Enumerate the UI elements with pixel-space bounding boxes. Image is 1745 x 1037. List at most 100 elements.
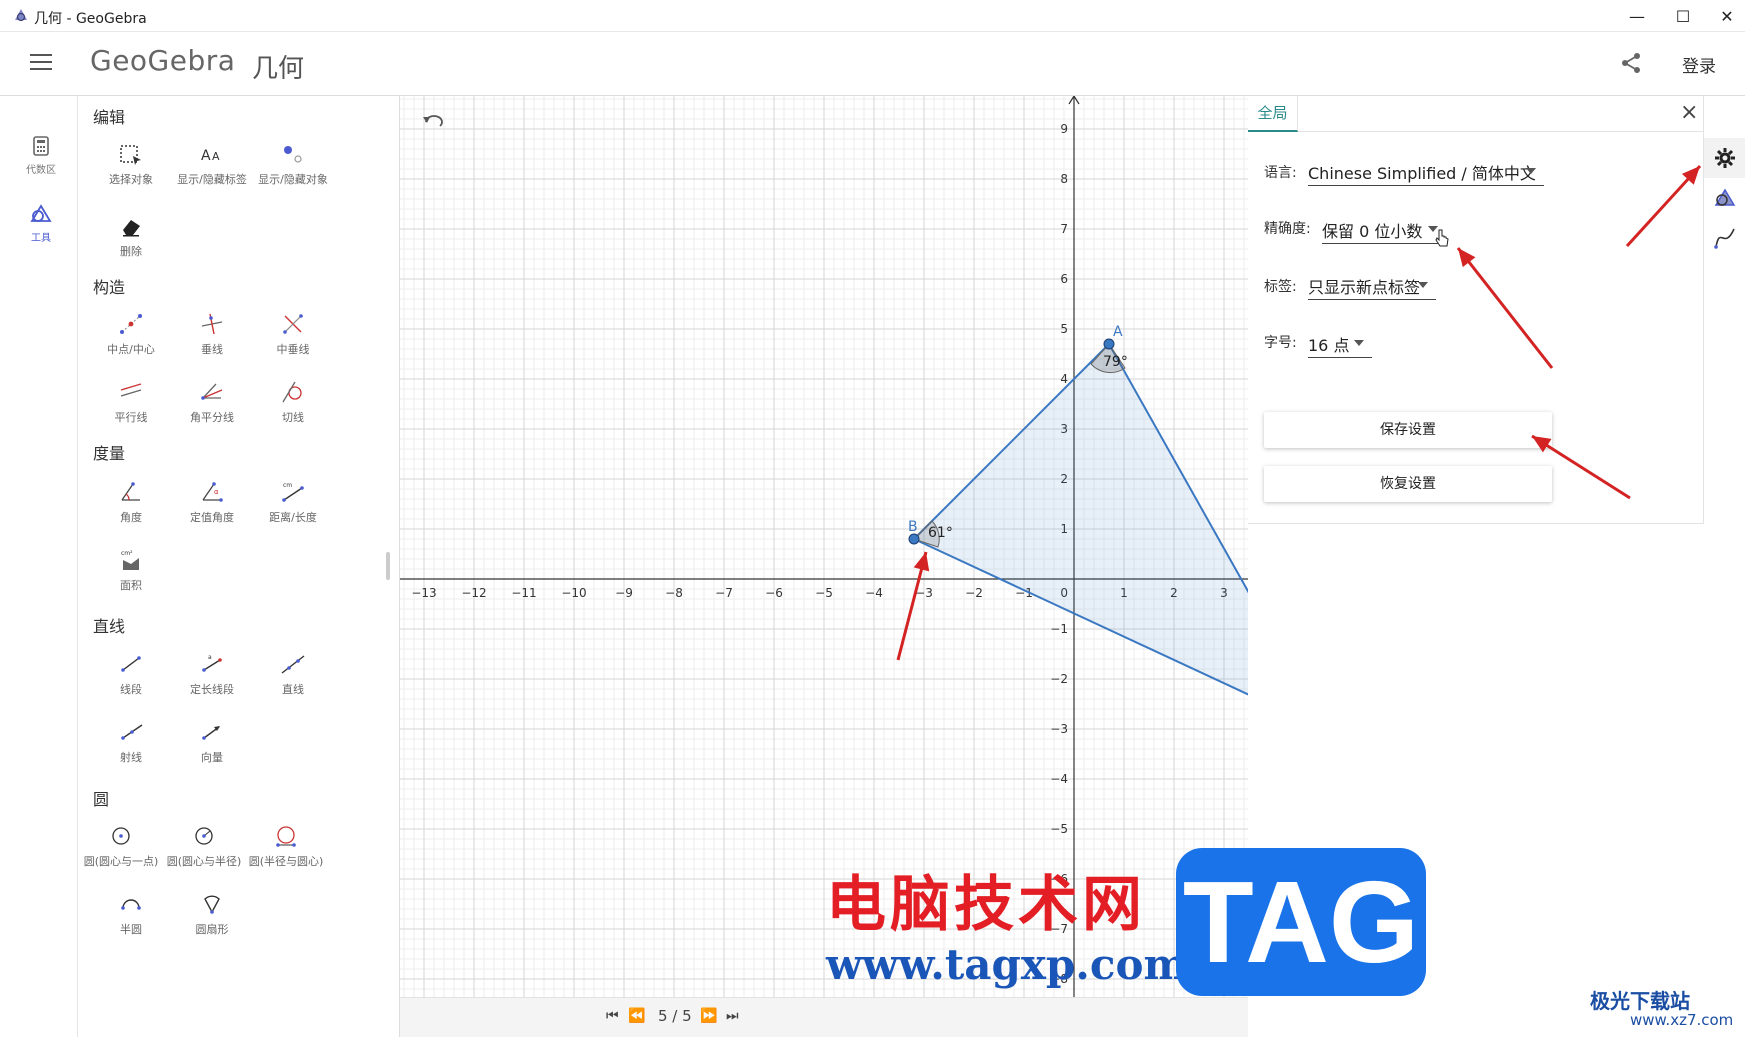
- labeling-label: 标签:: [1264, 279, 1297, 295]
- tool-angle-bisector[interactable]: 角平分线: [171, 380, 253, 425]
- tool-semicircle[interactable]: 半圆: [90, 892, 172, 937]
- tool-area[interactable]: cm² 面积: [90, 548, 172, 593]
- rail-algebra[interactable]: 代数区: [4, 136, 78, 176]
- tool-tangent[interactable]: 切线: [252, 380, 334, 425]
- side-rail: [1704, 96, 1745, 1037]
- tool-circle-center-radius[interactable]: 圆(圆心与半径): [165, 824, 243, 869]
- fontsize-select[interactable]: 16 点: [1308, 328, 1372, 358]
- nav-first-button[interactable]: ⏮: [606, 1008, 619, 1024]
- x-tick-label: −13: [411, 586, 436, 600]
- tool-distance[interactable]: cm 距离/长度: [252, 480, 334, 525]
- tool-sector[interactable]: 圆扇形: [171, 892, 253, 937]
- category-circles: 圆: [93, 790, 110, 809]
- share-icon[interactable]: [1620, 52, 1642, 74]
- tool-panel: 编辑 选择对象 AA 显示/隐藏标签 显示/隐藏对象 删除 构造 中点/中心 垂…: [78, 96, 400, 1037]
- graphics-icon: [1714, 188, 1735, 206]
- watermark-tag-logo: TAG: [1176, 848, 1426, 996]
- app-subtitle: 几何: [252, 54, 305, 84]
- window-title: 几何 - GeoGebra: [34, 11, 147, 27]
- minimize-button[interactable]: —: [1614, 0, 1660, 32]
- tool-circle-center-point[interactable]: 圆(圆心与一点): [82, 824, 160, 869]
- labeling-value: 只显示新点标签: [1308, 278, 1421, 297]
- side-algebra[interactable]: [1704, 218, 1745, 258]
- maximize-button[interactable]: ☐: [1660, 0, 1706, 32]
- vector-icon: [202, 726, 220, 740]
- select-icon: [120, 145, 141, 165]
- rail-algebra-label: 代数区: [26, 165, 56, 176]
- tool-show-hide-label[interactable]: AA 显示/隐藏标签: [171, 144, 253, 187]
- angle-bisector-icon: [201, 383, 223, 400]
- svg-text:A: A: [212, 150, 220, 163]
- close-icon[interactable]: ×: [1680, 100, 1698, 125]
- y-tick-label: −2: [1050, 672, 1068, 686]
- chevron-down-icon: [1354, 340, 1364, 346]
- svg-text:cm: cm: [283, 482, 292, 489]
- nav-prev-button[interactable]: ⏪: [628, 1008, 645, 1024]
- tool-delete[interactable]: 删除: [90, 216, 172, 259]
- svg-text:cm²: cm²: [121, 550, 133, 557]
- semicircle-icon: [121, 899, 141, 910]
- y-tick-label: −4: [1050, 772, 1068, 786]
- angle-label-b: 61°: [928, 525, 953, 541]
- side-settings[interactable]: [1704, 138, 1745, 178]
- tool-perpendicular[interactable]: 垂线: [171, 312, 253, 357]
- undo-icon[interactable]: [422, 114, 444, 130]
- tool-fixed-angle[interactable]: α 定值角度: [171, 480, 253, 525]
- circle-center-radius-icon: [195, 827, 213, 845]
- x-tick-label: −7: [715, 586, 733, 600]
- rail-tools[interactable]: 工具: [4, 204, 78, 244]
- tool-compass[interactable]: 圆(半径与圆心): [246, 824, 326, 869]
- tool-fixed-segment[interactable]: a 定长线段: [171, 652, 253, 697]
- language-value: Chinese Simplified / 简体中文: [1308, 164, 1536, 183]
- precision-value: 保留 0 位小数: [1322, 222, 1423, 241]
- x-tick-label: −6: [765, 586, 783, 600]
- x-tick-label: −9: [615, 586, 633, 600]
- side-graphics[interactable]: [1704, 178, 1745, 218]
- x-tick-label: −3: [915, 586, 933, 600]
- parallel-icon: [120, 383, 142, 397]
- fontsize-value: 16 点: [1308, 336, 1350, 355]
- category-edit: 编辑: [93, 108, 126, 127]
- tool-parallel[interactable]: 平行线: [90, 380, 172, 425]
- show-hide-object-icon: [284, 146, 302, 163]
- eraser-icon: [123, 220, 140, 237]
- tool-ray[interactable]: 射线: [90, 720, 172, 765]
- x-tick-label: −11: [511, 586, 536, 600]
- tool-show-hide-object[interactable]: 显示/隐藏对象: [252, 144, 334, 187]
- watermark-url: www.tagxp.com: [826, 940, 1188, 989]
- nav-last-button[interactable]: ⏭: [726, 1008, 739, 1024]
- nav-page-indicator: 5 / 5: [658, 1007, 692, 1025]
- save-settings-button[interactable]: 保存设置: [1264, 412, 1552, 448]
- login-button[interactable]: 登录: [1682, 52, 1716, 77]
- y-tick-label: −3: [1050, 722, 1068, 736]
- tool-panel-resize-handle[interactable]: [386, 552, 390, 580]
- window-close-button[interactable]: ✕: [1704, 0, 1745, 32]
- tool-midpoint[interactable]: 中点/中心: [90, 312, 172, 357]
- category-measure: 度量: [93, 444, 126, 463]
- restore-settings-button[interactable]: 恢复设置: [1264, 466, 1552, 502]
- mouse-cursor-icon: [1435, 229, 1449, 247]
- tool-angle[interactable]: 角度: [90, 480, 172, 525]
- nav-next-button[interactable]: ⏩: [700, 1008, 717, 1024]
- tool-line[interactable]: 直线: [252, 652, 334, 697]
- tab-global[interactable]: 全局: [1248, 96, 1298, 132]
- line-icon: [281, 655, 305, 674]
- tool-segment[interactable]: 线段: [90, 652, 172, 697]
- precision-select[interactable]: 保留 0 位小数: [1322, 214, 1446, 244]
- language-label: 语言:: [1264, 165, 1297, 181]
- fixed-angle-icon: α: [202, 482, 223, 502]
- x-tick-label: −2: [965, 586, 983, 600]
- gear-icon: [1714, 148, 1735, 168]
- category-lines: 直线: [93, 617, 126, 636]
- x-tick-label: −4: [865, 586, 883, 600]
- language-select[interactable]: Chinese Simplified / 简体中文: [1308, 156, 1544, 186]
- angle-icon: [121, 482, 140, 501]
- tool-perp-bisector[interactable]: 中垂线: [252, 312, 334, 357]
- labeling-select[interactable]: 只显示新点标签: [1308, 270, 1436, 300]
- settings-card: 全局 语言: Chinese Simplified / 简体中文 精确度: 保留…: [1248, 96, 1704, 524]
- tool-vector[interactable]: 向量: [171, 720, 253, 765]
- x-tick-label: −8: [665, 586, 683, 600]
- precision-label: 精确度:: [1264, 221, 1311, 237]
- tool-select[interactable]: 选择对象: [90, 144, 172, 187]
- menu-icon[interactable]: [30, 54, 52, 72]
